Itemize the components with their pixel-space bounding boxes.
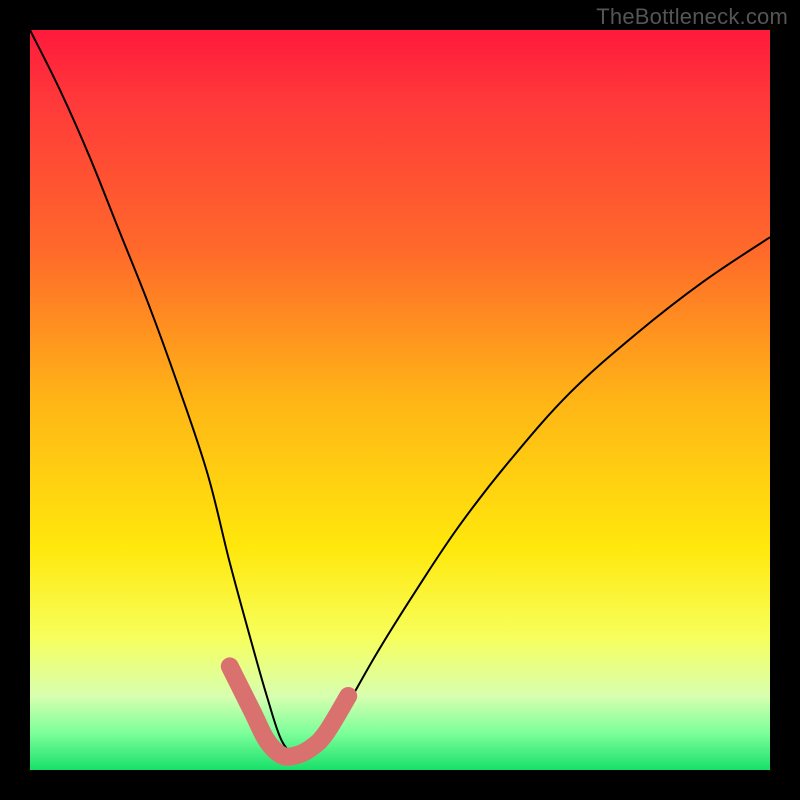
- plot-area: [30, 30, 770, 770]
- bottleneck-curve: [30, 30, 770, 757]
- chart-stage: TheBottleneck.com: [0, 0, 800, 800]
- curve-layer: [30, 30, 770, 770]
- highlight-band: [230, 666, 348, 756]
- watermark-text: TheBottleneck.com: [596, 4, 788, 30]
